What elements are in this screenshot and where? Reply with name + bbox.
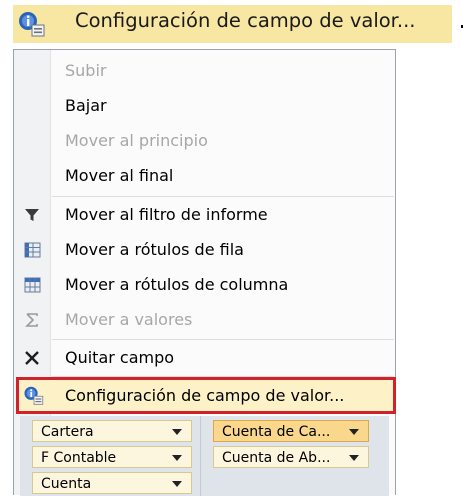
field-label: Cuenta de Ca... <box>222 424 331 440</box>
menu-item-label: Mover al principio <box>65 131 208 150</box>
filter-icon <box>25 209 39 221</box>
menu-separator <box>52 339 394 340</box>
menu-item-label: Mover a rótulos de fila <box>65 240 244 259</box>
chevron-down-icon[interactable] <box>172 481 182 487</box>
field-label: Cuenta de Ab... <box>222 450 331 466</box>
menu-item-move-to-column-labels[interactable]: Mover a rótulos de columna <box>14 268 395 302</box>
pivot-field-areas: Cartera F Contable Cuenta Cuenta de Ca..… <box>20 416 389 496</box>
menu-item-move-down[interactable]: Bajar <box>14 89 395 123</box>
menu-separator <box>52 376 394 377</box>
sigma-icon <box>25 313 38 327</box>
chevron-down-icon[interactable] <box>349 429 359 435</box>
field-label: Cartera <box>41 424 94 440</box>
field-settings-icon <box>19 12 45 37</box>
menu-item-move-to-values[interactable]: Mover a valores <box>14 303 395 337</box>
menu-item-label: Mover a valores <box>65 310 193 329</box>
field-label: F Contable <box>41 450 117 466</box>
chevron-down-icon[interactable] <box>349 455 359 461</box>
row-field-cartera[interactable]: Cartera <box>32 420 192 442</box>
field-settings-label: Configuración de campo de valor... <box>75 9 416 32</box>
menu-separator <box>52 196 394 197</box>
chevron-down-icon[interactable] <box>172 429 182 435</box>
chevron-down-icon[interactable] <box>172 455 182 461</box>
menu-item-move-to-beginning[interactable]: Mover al principio <box>14 124 395 158</box>
menu-item-label: Mover al final <box>65 166 174 185</box>
value-field-cuenta-de-ca[interactable]: Cuenta de Ca... <box>213 420 369 442</box>
menu-item-label: Configuración de campo de valor... <box>65 386 345 405</box>
field-label: Cuenta <box>41 476 92 492</box>
row-field-f-contable[interactable]: F Contable <box>32 446 192 468</box>
menu-item-label: Subir <box>65 61 107 80</box>
context-menu: Subir Bajar Mover al principio Mover al … <box>13 49 396 496</box>
menu-item-move-to-report-filter[interactable]: Mover al filtro de informe <box>14 198 395 232</box>
area-divider <box>200 416 201 496</box>
field-settings-icon <box>24 386 44 405</box>
field-settings-banner[interactable]: Configuración de campo de valor... <box>13 5 463 43</box>
menu-item-label: Mover a rótulos de columna <box>65 275 289 294</box>
menu-item-move-to-end[interactable]: Mover al final <box>14 159 395 193</box>
menu-item-value-field-settings[interactable]: Configuración de campo de valor... <box>16 377 396 414</box>
menu-item-label: Mover al filtro de informe <box>65 205 268 224</box>
row-labels-icon <box>24 242 41 258</box>
menu-item-move-to-row-labels[interactable]: Mover a rótulos de fila <box>14 233 395 267</box>
value-field-cuenta-de-ab[interactable]: Cuenta de Ab... <box>213 446 369 468</box>
remove-x-icon <box>25 351 39 365</box>
column-labels-icon <box>24 277 41 293</box>
menu-item-label: Bajar <box>65 96 107 115</box>
menu-item-move-up[interactable]: Subir <box>14 54 395 88</box>
menu-item-remove-field[interactable]: Quitar campo <box>14 341 395 375</box>
menu-item-label: Quitar campo <box>65 348 175 367</box>
row-field-cuenta[interactable]: Cuenta <box>32 472 192 494</box>
